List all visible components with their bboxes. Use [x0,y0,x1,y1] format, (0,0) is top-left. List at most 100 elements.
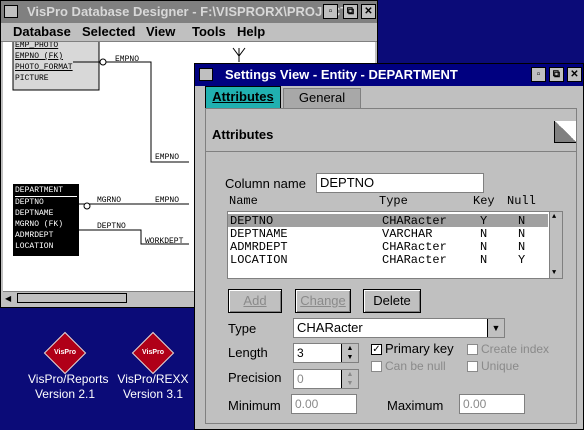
desktop-icon-version: Version 2.1 [34,387,96,401]
entity-emp-photo[interactable]: EMP_PHOTO EMPNO (FK) PHOTO_FORMAT PICTUR… [15,42,97,84]
table-row[interactable]: LOCATION CHARacter N Y [228,253,548,267]
page-curl-icon[interactable] [554,121,576,143]
relationship-label: WORKDEPT [145,237,184,246]
scroll-left-arrow-icon[interactable]: ◀ [5,294,11,303]
row-null: N [518,214,526,228]
settings-window: Settings View - Entity - DEPARTMENT ▫ ⧉ … [194,63,584,430]
change-button[interactable]: Change [295,289,351,313]
desktop-icon-reports[interactable]: VisPro VisPro/Reports Version 2.1 [28,331,109,402]
vispro-rexx-icon: VisPro [131,331,175,375]
menu-help[interactable]: Help [237,24,265,39]
length-value: 3 [297,346,304,360]
entity-department[interactable]: DEPARTMENT DEPTNO DEPTNAME MGRNO (FK) AD… [15,185,77,252]
delete-button[interactable]: Delete [363,289,421,313]
col-header-type: Type [379,194,408,208]
scroll-thumb[interactable] [17,293,127,303]
row-null: N [518,227,526,241]
primary-key-label: Primary key [385,341,454,356]
type-select[interactable]: CHARacter ▼ [293,318,505,338]
tab-attributes-label: Attributes [212,89,274,104]
table-row[interactable]: ADMRDEPT CHARacter N N [228,240,548,254]
menu-selected[interactable]: Selected [82,24,135,39]
menu-database[interactable]: Database [13,24,71,39]
relationship-label: MGRNO [97,196,122,205]
minimum-label: Minimum [228,398,281,413]
spin-arrows-icon[interactable]: ▲ ▼ [341,370,358,388]
entity-attr: DEPTNO [15,198,44,207]
entity-attr: PICTURE [15,74,49,83]
entity-attr: ADMRDEPT [15,231,54,240]
row-null: Y [518,253,526,267]
row-name: ADMRDEPT [230,240,288,254]
minimum-field[interactable]: 0.00 [291,394,357,414]
column-name-field[interactable]: DEPTNO [316,173,484,193]
close-icon[interactable]: ✕ [567,67,582,82]
chevron-down-icon[interactable]: ▼ [487,319,504,337]
spin-arrows-icon[interactable]: ▲ ▼ [341,344,358,362]
maximum-field[interactable]: 0.00 [459,394,525,414]
settings-title: Settings View - Entity - DEPARTMENT [225,67,458,82]
page-title: Attributes [212,127,274,142]
add-button[interactable]: Add [228,289,282,313]
precision-label: Precision [228,370,282,385]
attributes-listbox[interactable]: DEPTNO CHARacter Y N DEPTNAME VARCHAR N … [227,211,563,279]
length-label: Length [228,345,268,360]
col-header-null: Null [507,194,536,208]
desktop-icon-rexx[interactable]: VisPro VisPro/REXX Version 3.1 [116,331,190,402]
entity-title: DEPARTMENT [15,185,77,197]
create-index-label: Create index [481,342,550,356]
unique-checkbox[interactable] [467,361,478,372]
system-menu-icon[interactable] [4,5,18,18]
row-type: CHARacter [382,253,447,267]
desktop-icon-label: VisPro/Reports [28,372,109,386]
designer-titlebar[interactable]: VisPro Database Designer - F:\VISPRORX\P… [1,1,377,23]
close-icon[interactable]: ✕ [361,4,376,19]
system-menu-icon[interactable] [199,68,213,81]
restore-icon[interactable]: ⧉ [343,4,358,19]
menu-view[interactable]: View [146,24,175,39]
menu-tools[interactable]: Tools [192,24,226,39]
maximum-label: Maximum [387,398,444,413]
row-key: N [480,253,488,267]
entity-title: EMP_PHOTO [15,42,59,50]
minimize-icon[interactable]: ▫ [531,67,546,82]
create-index-checkbox[interactable] [467,344,478,355]
vertical-scrollbar[interactable]: ▲ ▼ [549,212,562,278]
desktop-icon-label: VisPro/REXX [117,372,189,386]
primary-key-checkbox[interactable]: ✓ [371,344,382,355]
entity-attr: PHOTO_FORMAT [15,63,73,72]
table-row[interactable]: DEPTNO CHARacter Y N [228,214,548,228]
col-header-name: Name [229,194,258,208]
vispro-reports-icon: VisPro [43,331,87,375]
tab-attributes[interactable]: Attributes [205,86,281,108]
list-header: Name Type Key Null [229,194,559,208]
row-name: LOCATION [230,253,288,267]
row-type: CHARacter [382,240,447,254]
row-type: VARCHAR [382,227,433,241]
can-be-null-checkbox[interactable] [371,361,382,372]
separator [206,151,576,152]
table-row[interactable]: DEPTNAME VARCHAR N N [228,227,548,241]
type-label: Type [228,321,257,336]
scroll-up-arrow-icon[interactable]: ▲ [552,213,556,221]
row-type: CHARacter [382,214,447,228]
minimize-icon[interactable]: ▫ [323,4,338,19]
row-key: N [480,240,488,254]
relationship-label: DEPTNO [97,222,126,231]
tab-general[interactable]: General [283,88,361,108]
row-name: DEPTNO [230,214,274,228]
unique-label: Unique [481,359,520,373]
relationship-label: EMPNO [155,153,180,162]
desktop-icon-version: Version 3.1 [122,387,184,401]
row-null: N [518,240,526,254]
restore-icon[interactable]: ⧉ [549,67,564,82]
precision-spinbutton[interactable]: 0 ▲ ▼ [293,369,359,389]
settings-titlebar[interactable]: Settings View - Entity - DEPARTMENT ▫ ⧉ … [195,64,583,86]
column-name-label: Column name [225,176,306,191]
type-select-value: CHARacter [297,320,363,335]
length-spinbutton[interactable]: 3 ▲ ▼ [293,343,359,363]
can-be-null-label: Can be null [385,359,446,373]
scroll-down-arrow-icon[interactable]: ▼ [552,269,556,277]
entity-attr: LOCATION [15,242,54,251]
entity-attr: DEPTNAME [15,209,54,218]
